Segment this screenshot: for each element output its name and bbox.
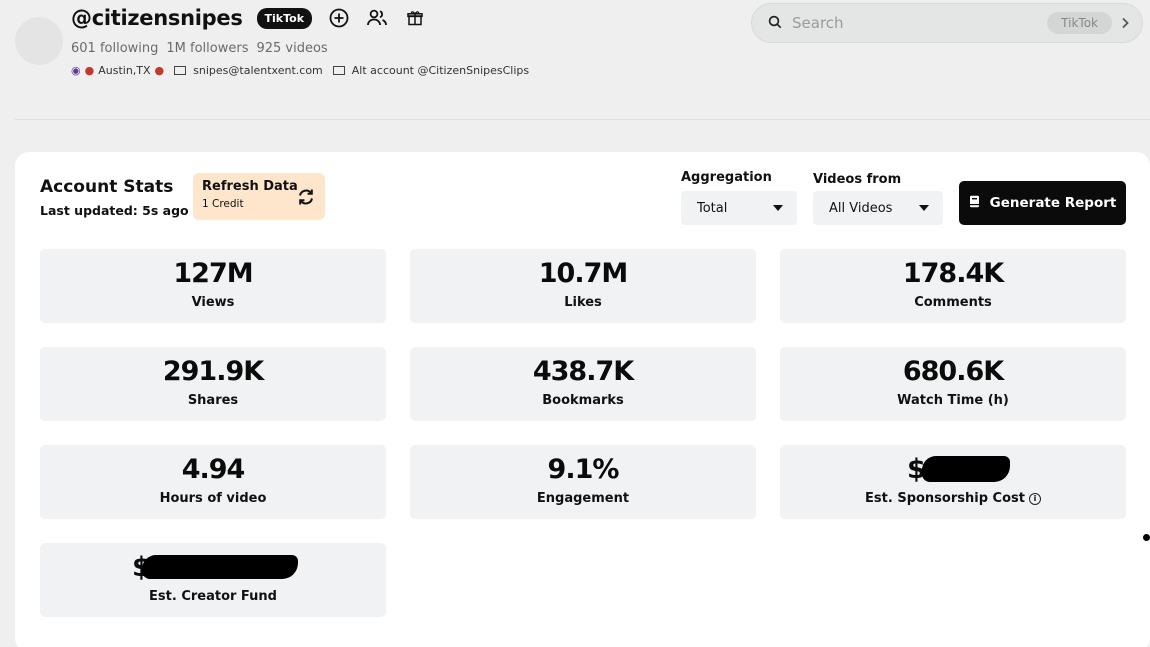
aggregation-label: Aggregation — [681, 170, 772, 185]
bio-alt-account: Alt account @CitizenSnipesClips — [351, 64, 530, 77]
stat-tile-likes: 10.7M Likes — [410, 249, 756, 323]
stat-label: Shares — [187, 393, 239, 408]
stat-label: Watch Time (h) — [897, 393, 1009, 408]
stat-value: 10.7M — [538, 258, 629, 289]
users-icon[interactable] — [366, 7, 388, 29]
chevron-right-icon[interactable] — [1120, 14, 1130, 33]
search-input[interactable]: Search — [792, 14, 1047, 32]
stat-label: Bookmarks — [542, 393, 624, 408]
pin-emoji-icon: ● — [154, 64, 165, 77]
following-count[interactable]: 601 following — [71, 41, 158, 56]
stat-label: Views — [191, 295, 235, 310]
platform-badge: TikTok — [256, 7, 313, 29]
videos-from-value: All Videos — [829, 200, 893, 216]
pin-emoji-icon: ● — [84, 64, 95, 77]
profile-bio: ◉ ● Austin,TX ● snipes@talentxent.com Al… — [71, 64, 529, 77]
stat-label-text: Est. Sponsorship Cost — [865, 491, 1025, 506]
caret-down-icon — [919, 205, 929, 211]
account-stats-card: Account Stats Last updated: 5s ago Refre… — [15, 152, 1150, 647]
stat-tile-views: 127M Views — [40, 249, 386, 323]
stat-value: 9.1% — [547, 454, 620, 485]
envelope-icon — [174, 66, 187, 75]
edge-dot — [1143, 534, 1150, 541]
refresh-data-button[interactable]: Refresh Data 1 Credit — [193, 173, 325, 220]
videos-from-label: Videos from — [813, 172, 902, 187]
refresh-icon — [296, 187, 316, 211]
stat-label: Hours of video — [159, 491, 267, 506]
stat-value: 291.9K — [162, 356, 264, 387]
add-circle-icon[interactable] — [328, 7, 350, 29]
videos-count: 925 videos — [256, 41, 328, 56]
stat-label: Likes — [564, 295, 602, 310]
stat-value: 127M — [173, 258, 253, 289]
aggregation-select[interactable]: Total — [681, 191, 797, 225]
info-icon[interactable]: i — [1028, 492, 1041, 505]
stat-tile-creator-fund: $ Est. Creator Fund — [40, 543, 386, 617]
gift-icon[interactable] — [404, 7, 426, 29]
stat-label: Comments — [914, 295, 992, 310]
generate-report-button[interactable]: Generate Report — [959, 181, 1126, 225]
bio-email: snipes@talentxent.com — [193, 64, 323, 77]
search-platform-chip[interactable]: TikTok — [1047, 12, 1112, 34]
envelope-icon — [332, 66, 345, 75]
stat-tile-hours-of-video: 4.94 Hours of video — [40, 445, 386, 519]
stat-value: 4.94 — [181, 454, 246, 485]
book-icon — [969, 195, 980, 212]
avatar — [15, 17, 63, 65]
followers-count[interactable]: 1M followers — [166, 41, 248, 56]
redaction-mark — [922, 456, 1010, 482]
generate-report-label: Generate Report — [989, 195, 1117, 211]
stat-value: 178.4K — [902, 258, 1004, 289]
search-icon — [768, 14, 782, 33]
bio-location: Austin,TX — [98, 64, 151, 77]
caret-down-icon — [773, 205, 783, 211]
last-updated: Last updated: 5s ago — [40, 203, 189, 218]
stat-tile-engagement: 9.1% Engagement — [410, 445, 756, 519]
stat-tile-sponsorship-cost: $ Est. Sponsorship Cost i — [780, 445, 1126, 519]
profile-counts: 601 following 1M followers 925 videos — [71, 41, 328, 56]
stat-label: Engagement — [536, 491, 630, 506]
stat-value: 438.7K — [532, 356, 634, 387]
octopus-emoji-icon: ◉ — [71, 64, 81, 77]
redaction-mark — [142, 555, 298, 579]
stat-value: 680.6K — [902, 356, 1004, 387]
stat-label: Est. Sponsorship Cost i — [780, 491, 1126, 506]
profile-handle: @citizensnipes — [71, 6, 243, 30]
aggregation-value: Total — [697, 200, 728, 216]
stat-tile-bookmarks: 438.7K Bookmarks — [410, 347, 756, 421]
stat-tile-watch-time: 680.6K Watch Time (h) — [780, 347, 1126, 421]
videos-from-select[interactable]: All Videos — [813, 191, 943, 225]
header-divider — [15, 119, 1150, 120]
stat-label: Est. Creator Fund — [149, 589, 277, 604]
card-title: Account Stats — [40, 177, 174, 197]
search-bar[interactable]: Search TikTok — [751, 3, 1143, 43]
profile-header: @citizensnipes TikTok — [71, 6, 426, 30]
stat-tile-comments: 178.4K Comments — [780, 249, 1126, 323]
stat-tile-shares: 291.9K Shares — [40, 347, 386, 421]
